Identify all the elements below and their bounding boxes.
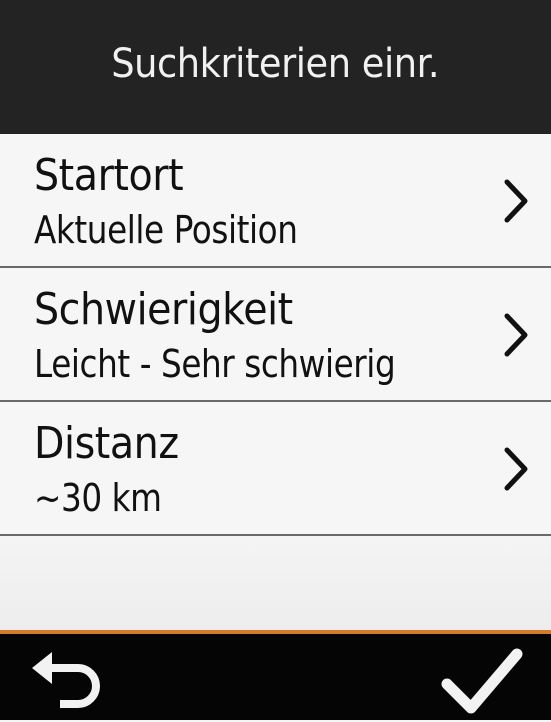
footer-bar (0, 630, 551, 720)
chevron-right-icon (504, 179, 528, 223)
page-title: Suchkriterien einr. (111, 41, 440, 87)
confirm-button[interactable] (439, 646, 525, 718)
criteria-item-value: Leicht - Sehr schwierig (34, 342, 396, 386)
back-button[interactable] (26, 648, 110, 718)
empty-list-area (0, 536, 551, 630)
criteria-item-title: Distanz (34, 418, 179, 469)
chevron-right-icon (504, 447, 528, 491)
back-arrow-icon (32, 652, 100, 708)
checkmark-icon (441, 648, 523, 714)
criteria-list: Startort Aktuelle Position Schwierigkeit… (0, 134, 551, 536)
criteria-item-startort[interactable]: Startort Aktuelle Position (0, 134, 551, 268)
header-bar: Suchkriterien einr. (0, 0, 551, 134)
criteria-item-title: Schwierigkeit (34, 284, 293, 335)
criteria-item-value: ~30 km (34, 476, 162, 520)
chevron-right-icon (504, 313, 528, 357)
criteria-item-title: Startort (34, 150, 184, 201)
criteria-item-value: Aktuelle Position (34, 208, 298, 252)
criteria-item-distanz[interactable]: Distanz ~30 km (0, 402, 551, 536)
criteria-item-schwierigkeit[interactable]: Schwierigkeit Leicht - Sehr schwierig (0, 268, 551, 402)
